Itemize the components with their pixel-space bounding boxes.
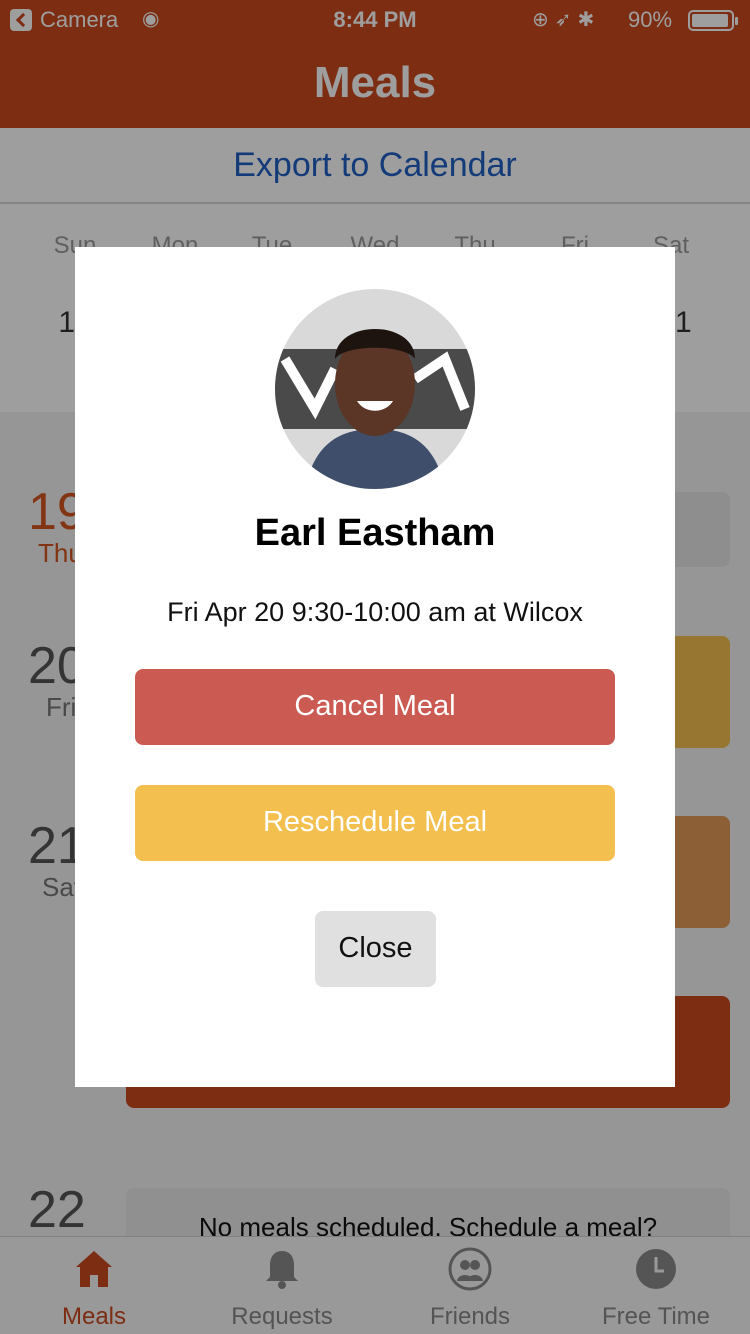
meal-details-modal: Earl Eastham Fri Apr 20 9:30-10:00 am at…	[75, 247, 675, 1087]
meal-detail: Fri Apr 20 9:30-10:00 am at Wilcox	[167, 597, 583, 627]
close-button[interactable]: Close	[315, 911, 436, 987]
person-name: Earl Eastham	[254, 512, 496, 554]
reschedule-meal-button[interactable]: Reschedule Meal	[135, 785, 615, 861]
avatar	[275, 289, 475, 489]
cancel-meal-button[interactable]: Cancel Meal	[135, 669, 615, 745]
